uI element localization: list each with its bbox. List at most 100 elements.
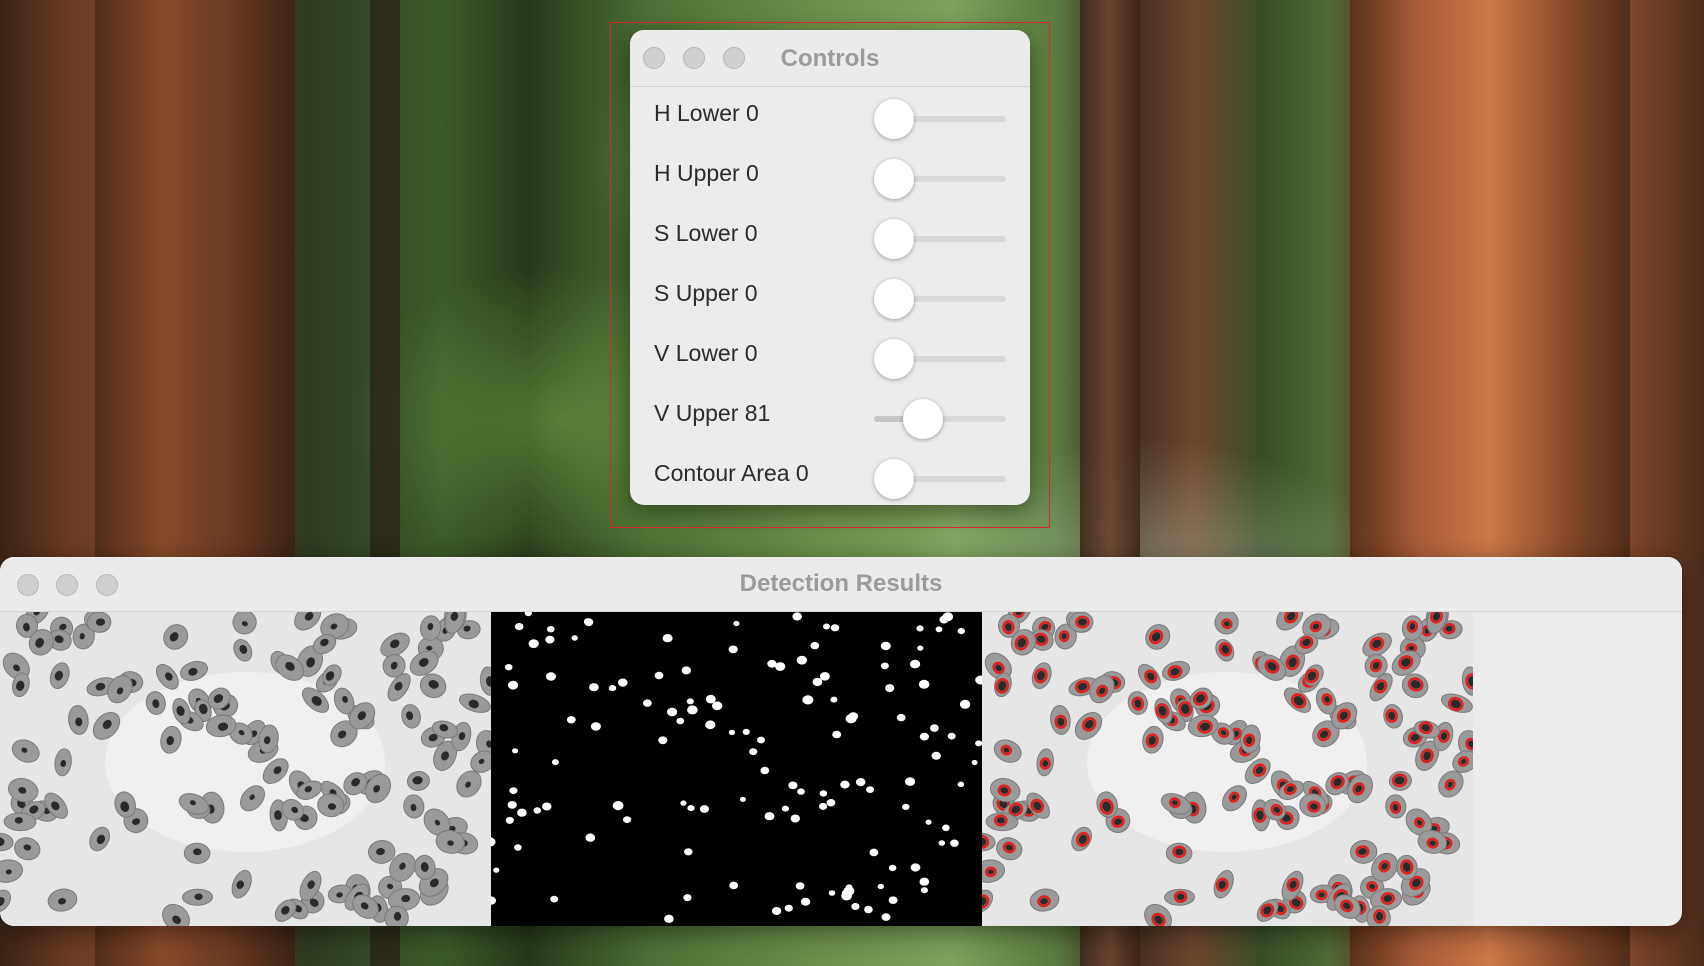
slider-label: H Upper 0 [654, 160, 759, 186]
mask-blob [683, 894, 692, 902]
mask-blob [797, 788, 805, 795]
slider-label: S Upper 0 [654, 280, 758, 306]
mask-blob [784, 904, 793, 912]
mask-blob [855, 778, 866, 787]
slider-row: H Upper 0 [630, 150, 1030, 210]
mask-blob [819, 790, 828, 797]
image-background [491, 612, 982, 926]
slider-row: V Lower 0 [630, 330, 1030, 390]
mask-blob [812, 677, 823, 687]
slider-knob[interactable] [874, 219, 914, 259]
mask-blob [728, 645, 738, 654]
slider-row: V Upper 81 [630, 390, 1030, 450]
results-titlebar[interactable]: Detection Results [0, 557, 1682, 612]
mask-blob [618, 678, 628, 687]
cell [3, 812, 37, 832]
mask-blob [623, 816, 632, 823]
mask-blob [542, 802, 552, 811]
mask-blob [612, 801, 624, 811]
mask-blob [957, 628, 965, 635]
mask-blob [819, 802, 828, 810]
mask-blob [880, 641, 891, 651]
original-cells-image [0, 612, 491, 926]
slider-label: S Lower 0 [654, 220, 758, 246]
slider-row: Contour Area 0 [630, 450, 1030, 505]
mask-blob [841, 891, 852, 901]
controls-titlebar[interactable]: Controls [630, 30, 1030, 87]
cell [182, 888, 213, 906]
mask-blob [830, 624, 840, 632]
mask-blob [533, 807, 542, 814]
mask-blob [788, 781, 798, 790]
mask-blob [881, 913, 891, 921]
mask-blob [528, 639, 539, 648]
mask-blob [514, 844, 522, 851]
mask-blob [925, 819, 932, 825]
mask-blob [795, 882, 805, 890]
mask-blob [800, 897, 811, 906]
mask-blob [667, 707, 678, 717]
cell-nucleus [426, 645, 433, 651]
mask-blob [775, 662, 786, 671]
mask-blob [684, 848, 693, 856]
mask-blob [930, 724, 939, 732]
mask-blob [910, 863, 921, 872]
mask-blob [939, 615, 949, 624]
slider-row: H Lower 0 [630, 90, 1030, 150]
mask-blob [885, 684, 895, 693]
mask-blob [493, 867, 500, 873]
mask-blob [545, 635, 555, 644]
slider-row: S Lower 0 [630, 210, 1030, 270]
mask-blob [910, 659, 921, 669]
mask-blob [699, 805, 709, 813]
mask-blob [512, 748, 519, 754]
mask-blob [877, 883, 884, 890]
mask-blob [931, 751, 941, 760]
mask-blob [686, 698, 694, 705]
mask-blob [590, 722, 601, 731]
slider-knob[interactable] [874, 159, 914, 199]
detection-results-window[interactable]: Detection Results [0, 557, 1682, 926]
mask-blob [712, 701, 723, 711]
mask-blob [584, 618, 594, 627]
mask-blob [802, 695, 814, 705]
mask-blob [566, 716, 576, 724]
mask-blob [504, 664, 513, 671]
mask-blob [728, 729, 735, 735]
mask-blob [971, 759, 978, 766]
mask-blob [880, 662, 889, 670]
mask-blob [664, 914, 674, 923]
mask-blob [643, 699, 652, 707]
mask-blob [546, 672, 556, 681]
mask-blob [919, 732, 929, 741]
mask-blob [975, 740, 982, 747]
mask-blob [942, 824, 950, 832]
slider-knob[interactable] [874, 279, 914, 319]
slider-label: Contour Area 0 [654, 460, 809, 486]
mask-blob [742, 728, 750, 735]
mask-blob [654, 671, 664, 680]
slider-label: V Upper 81 [654, 400, 771, 426]
mask-blob [687, 805, 695, 812]
mask-blob [585, 833, 596, 842]
mask-blob [662, 634, 673, 643]
mask-blob [551, 759, 559, 766]
mask-blob [680, 800, 687, 806]
overlay-image-panel [982, 612, 1473, 926]
mask-blob [830, 696, 838, 703]
mask-blob [705, 720, 716, 730]
mask-blob [687, 705, 698, 715]
mask-blob [902, 803, 910, 810]
mask-blob [896, 713, 906, 722]
mask-blob [826, 799, 836, 807]
mask-blob [796, 655, 808, 665]
mask-blob [917, 645, 924, 651]
window-title: Detection Results [739, 570, 943, 597]
slider-knob[interactable] [903, 399, 943, 439]
mask-blob [919, 877, 930, 886]
slider-knob[interactable] [874, 339, 914, 379]
mask-blob [851, 903, 860, 910]
slider-knob[interactable] [874, 459, 914, 499]
controls-window[interactable]: Controls H Lower 0 H Upper 0 S Lower 0 S Up… [630, 30, 1030, 505]
slider-knob[interactable] [874, 99, 914, 139]
